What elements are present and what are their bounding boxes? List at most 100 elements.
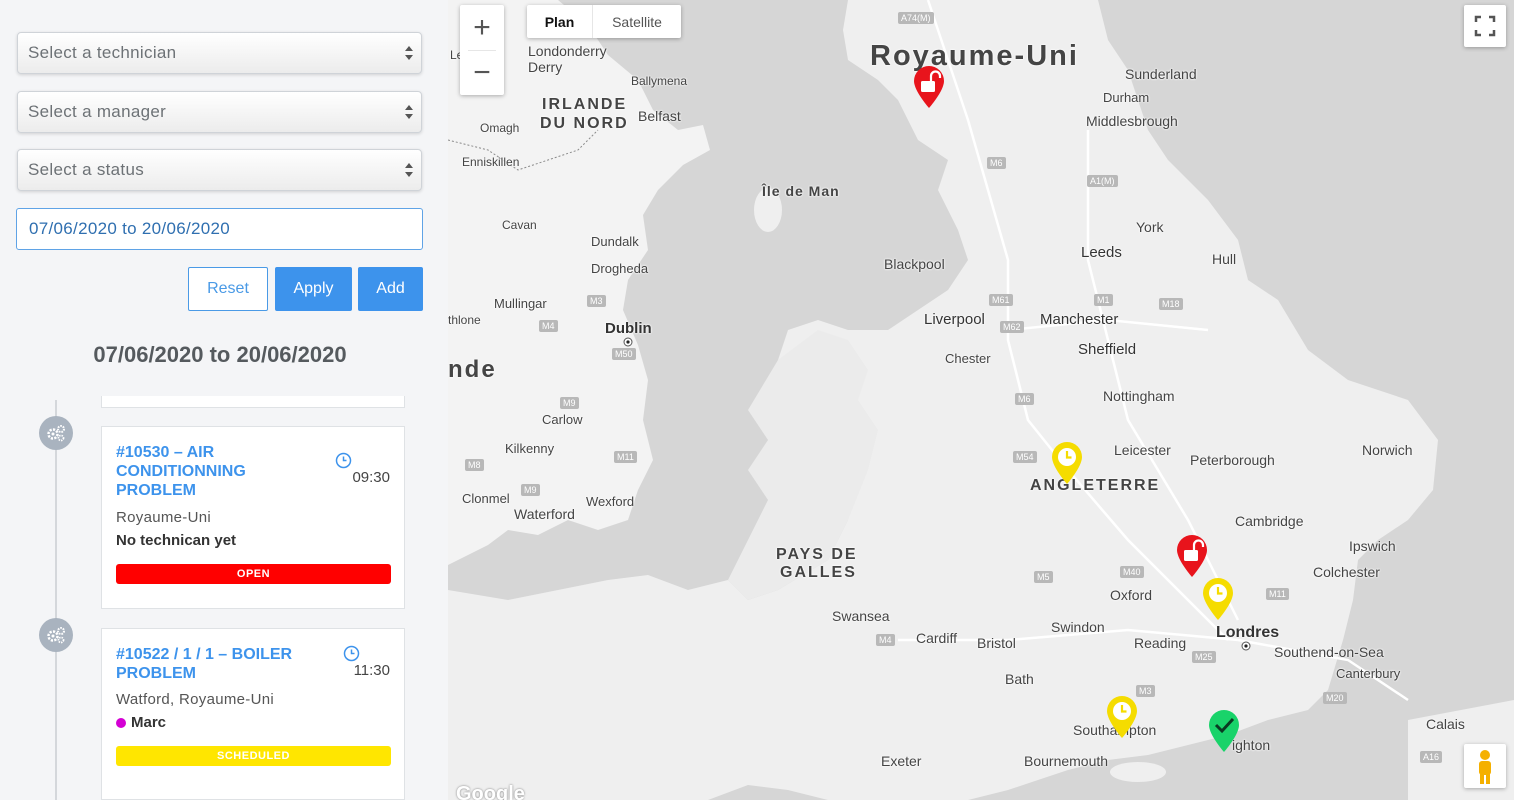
zoom-out-button[interactable]: − [460, 50, 504, 95]
date-range-input[interactable] [16, 208, 423, 250]
label-mullingar: Mullingar [494, 296, 547, 311]
select-arrows-icon [404, 45, 414, 63]
zoom-in-button[interactable]: + [460, 5, 504, 50]
label-pays-de-galles-2: GALLES [780, 564, 857, 581]
label-royaume-uni: Royaume-Uni [870, 40, 1079, 72]
label-irlande-nord-1: IRLANDE [542, 96, 628, 113]
label-sunderland: Sunderland [1125, 66, 1197, 82]
label-athlone: thlone [448, 313, 481, 327]
label-londres: Londres [1216, 624, 1280, 641]
label-hull: Hull [1212, 251, 1237, 267]
road-badge: M62 [1000, 321, 1024, 333]
label-durham: Durham [1103, 90, 1150, 105]
add-button[interactable]: Add [358, 267, 423, 311]
select-arrows-icon [404, 162, 414, 180]
label-ile-de-man: Île de Man [762, 183, 840, 199]
ticket-card[interactable]: #10522 / 1 / 1 – BOILER PROBLEM 11:30 Wa… [101, 628, 405, 800]
label-ballymena: Ballymena [631, 74, 688, 88]
apply-button[interactable]: Apply [275, 267, 352, 311]
label-belfast: Belfast [638, 108, 681, 124]
label-leicester: Leicester [1114, 442, 1171, 458]
label-bournemouth: Bournemouth [1024, 753, 1109, 769]
date-range-title: 07/06/2020 to 20/06/2020 [93, 342, 347, 367]
label-kilkenny: Kilkenny [505, 441, 555, 456]
marker-scheduled-clock-icon[interactable] [1105, 694, 1139, 740]
label-drogheda: Drogheda [591, 261, 649, 276]
road-badge: M9 [521, 484, 540, 496]
road-badge: M40 [1120, 566, 1144, 578]
reset-button[interactable]: Reset [188, 267, 268, 311]
timeline-line [55, 400, 57, 800]
fullscreen-icon [1474, 15, 1496, 37]
label-pays-de-galles-1: PAYS DE [776, 546, 858, 563]
road-badge: M4 [539, 320, 558, 332]
label-calais: Calais [1426, 716, 1465, 732]
select-arrows-icon [404, 104, 414, 122]
label-wexford: Wexford [586, 494, 635, 509]
ticket-card[interactable]: #10530 – AIR CONDITIONNING PROBLEM 09:30… [101, 426, 405, 609]
label-peterborough: Peterborough [1190, 452, 1275, 468]
technician-select-placeholder: Select a technician [28, 43, 177, 62]
status-badge: SCHEDULED [116, 746, 391, 766]
label-swindon: Swindon [1051, 619, 1105, 635]
manager-select-placeholder: Select a manager [28, 102, 167, 121]
road-badge: M11 [614, 451, 637, 463]
filter-sidebar: Select a technician Select a manager Sel… [0, 0, 448, 800]
zoom-control: + − [460, 5, 504, 95]
ticket-technician-name: No technican yet [116, 532, 237, 549]
label-liverpool: Liverpool [924, 311, 985, 328]
label-waterford: Waterford [514, 506, 575, 522]
label-bristol: Bristol [977, 635, 1016, 651]
road-badge: M54 [1013, 451, 1037, 463]
label-manchester: Manchester [1040, 311, 1119, 328]
ticket-technician: Marc [116, 714, 166, 731]
marker-done-check-icon[interactable] [1207, 708, 1241, 754]
marker-open-lock-icon[interactable] [912, 64, 946, 110]
marker-scheduled-clock-icon[interactable] [1050, 440, 1084, 486]
label-york: York [1136, 219, 1164, 235]
map-type-control: Plan Satellite [527, 5, 681, 38]
clock-icon [335, 452, 352, 469]
label-leeds: Leeds [1081, 244, 1122, 261]
label-dublin: Dublin [605, 320, 652, 337]
ticket-technician: No technican yet [116, 532, 236, 549]
previous-card-edge [101, 396, 405, 408]
label-blackpool: Blackpool [884, 256, 945, 272]
map-view[interactable]: Royaume-Uni IRLANDE DU NORD ANGLETERRE P… [448, 0, 1514, 800]
gears-icon [39, 416, 73, 450]
ticket-time: 11:30 [353, 662, 390, 679]
road-badge: M11 [1266, 588, 1289, 600]
fullscreen-button[interactable] [1464, 5, 1506, 47]
road-badge: M1 [1094, 294, 1113, 306]
status-badge: OPEN [116, 564, 391, 584]
map-type-plan-button[interactable]: Plan [527, 5, 593, 38]
road-badge: M6 [1015, 393, 1034, 405]
technician-color-dot [116, 717, 126, 728]
marker-scheduled-clock-icon[interactable] [1201, 576, 1235, 622]
pegman-icon [1479, 750, 1491, 784]
map-type-satellite-button[interactable]: Satellite [593, 5, 681, 38]
label-dundalk: Dundalk [591, 234, 639, 249]
label-nottingham: Nottingham [1103, 388, 1175, 404]
google-logo: Google [456, 783, 525, 800]
label-reading: Reading [1134, 635, 1187, 651]
status-select[interactable]: Select a status [17, 149, 422, 191]
status-select-placeholder: Select a status [28, 160, 145, 179]
label-omagh: Omagh [480, 121, 520, 135]
road-badge: M8 [465, 459, 484, 471]
label-colchester: Colchester [1313, 564, 1380, 580]
ticket-title[interactable]: #10530 – AIR CONDITIONNING PROBLEM [116, 443, 316, 500]
manager-select[interactable]: Select a manager [17, 91, 422, 133]
label-bath: Bath [1005, 671, 1034, 687]
label-enniskillen: Enniskillen [462, 155, 520, 169]
label-irlande: nde [448, 356, 497, 383]
label-sheffield: Sheffield [1078, 341, 1137, 358]
marker-open-lock-icon[interactable] [1175, 533, 1209, 579]
road-badge: M6 [987, 157, 1006, 169]
label-middlesbrough: Middlesbrough [1086, 113, 1178, 129]
technician-select[interactable]: Select a technician [17, 32, 422, 74]
label-southend: Southend-on-Sea [1274, 644, 1384, 660]
label-cavan: Cavan [502, 218, 537, 232]
street-view-pegman-button[interactable] [1464, 744, 1506, 788]
ticket-title[interactable]: #10522 / 1 / 1 – BOILER PROBLEM [116, 645, 316, 683]
